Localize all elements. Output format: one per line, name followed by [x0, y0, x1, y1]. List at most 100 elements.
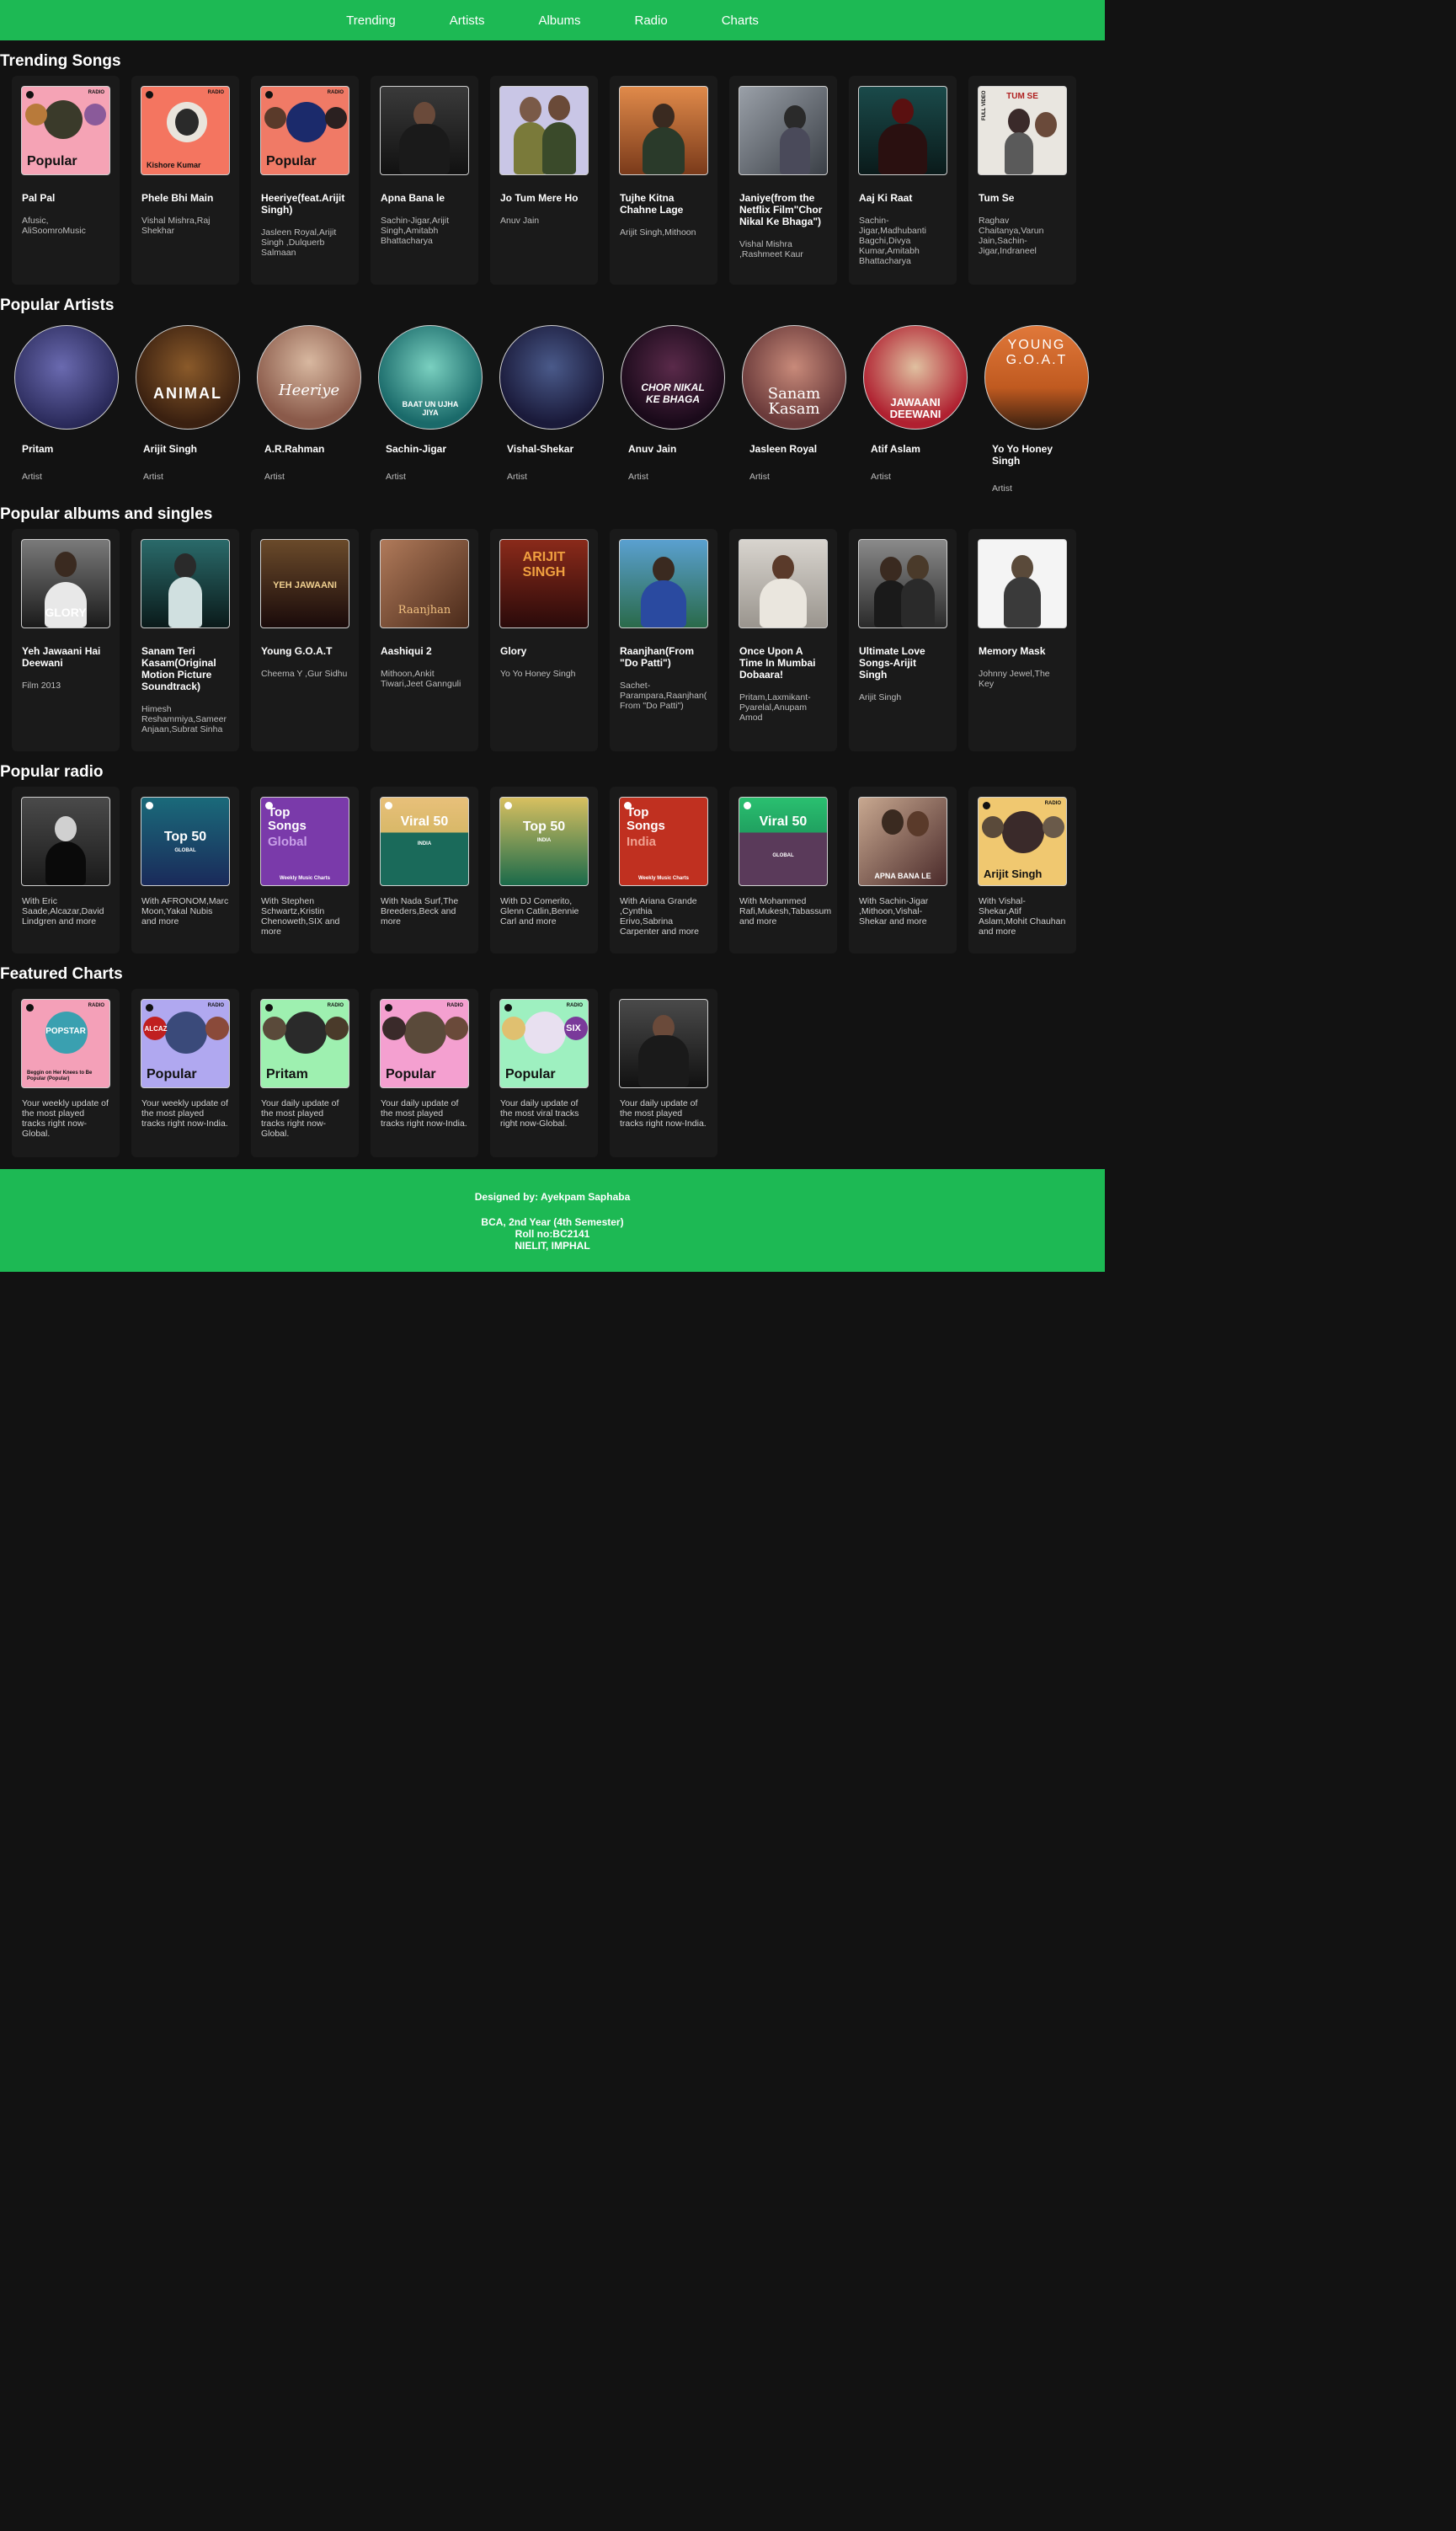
album-card[interactable]: Memory Mask Johnny Jewel,The Key: [968, 529, 1076, 751]
artist-card[interactable]: BAAT UN UJHA JIYA Sachin-Jigar Artist: [376, 320, 485, 494]
cover-radio-label: RADIO: [88, 1003, 104, 1008]
album-card[interactable]: GLORY Yeh Jawaani Hai Deewani Film 2013: [12, 529, 120, 751]
nav-trending[interactable]: Trending: [346, 13, 396, 28]
song-card[interactable]: Aaj Ki Raat Sachin-Jigar,Madhubanti Bagc…: [849, 76, 957, 285]
album-title: Raanjhan(From "Do Patti"): [620, 645, 695, 669]
radio-card[interactable]: Viral 50 INDIA With Nada Surf,The Breede…: [371, 787, 478, 953]
album-card[interactable]: Ultimate Love Songs-Arijit Singh Arijit …: [849, 529, 957, 751]
cover-art: [982, 816, 1004, 838]
artist-card[interactable]: Pritam Artist: [12, 320, 121, 494]
radio-cover-subtitle: GLOBAL: [772, 853, 794, 858]
song-artists: Jasleen Royal,Arijit Singh ,Dulquerb Sal…: [261, 227, 337, 258]
album-card[interactable]: Raanjhan Aashiqui 2 Mithoon,Ankit Tiwari…: [371, 529, 478, 751]
nav-charts[interactable]: Charts: [722, 13, 759, 28]
song-cover: RADIO Popular: [260, 86, 349, 175]
featured-charts-row: RADIO POPSTAR Beggin on Her Knees to Be …: [0, 989, 1105, 1157]
chart-cover-label: Popular: [386, 1067, 436, 1081]
song-card[interactable]: RADIO Popular Pal Pal Afusic, AliSoomroM…: [12, 76, 120, 285]
artist-card[interactable]: Sanam Kasam Jasleen Royal Artist: [739, 320, 849, 494]
radio-description: With Vishal-Shekar,Atif Aslam,Mohit Chau…: [979, 896, 1066, 937]
chart-cover-label: Popular: [147, 1067, 197, 1081]
song-card[interactable]: Jo Tum Mere Ho Anuv Jain: [490, 76, 598, 285]
chart-card[interactable]: Your daily update of the most played tra…: [610, 989, 717, 1157]
artist-card[interactable]: JAWAANI DEEWANI Atif Aslam Artist: [861, 320, 970, 494]
radio-cover-title: Top Songs: [627, 805, 665, 833]
cover-art: [1043, 816, 1064, 838]
album-card[interactable]: Raanjhan(From "Do Patti") Sachet-Parampa…: [610, 529, 717, 751]
cover-art: [502, 1017, 525, 1040]
song-title: Phele Bhi Main: [141, 192, 214, 204]
artist-avatar: BAAT UN UJHA JIYA: [378, 325, 483, 430]
album-card[interactable]: ARIJIT SINGH Glory Yo Yo Honey Singh: [490, 529, 598, 751]
radio-card[interactable]: Top Songs India Weekly Music Charts With…: [610, 787, 717, 953]
cover-art: [264, 107, 286, 129]
album-title: Once Upon A Time In Mumbai Dobaara!: [739, 645, 816, 681]
nav-albums[interactable]: Albums: [538, 13, 580, 28]
radio-card[interactable]: APNA BANA LE With Sachin-Jigar ,Mithoon,…: [849, 787, 957, 953]
song-card[interactable]: RADIO Popular Heeriye(feat.Arijit Singh)…: [251, 76, 359, 285]
nav-artists[interactable]: Artists: [450, 13, 485, 28]
chart-cover: RADIO ALCAZ Popular: [141, 999, 230, 1088]
radio-cover: Top 50 GLOBAL: [141, 797, 230, 886]
artist-card[interactable]: Heeriye A.R.Rahman Artist: [254, 320, 364, 494]
radio-card[interactable]: With Eric Saade,Alcazar,David Lindgren a…: [12, 787, 120, 953]
song-cover: [858, 86, 947, 175]
radio-description: With Eric Saade,Alcazar,David Lindgren a…: [22, 896, 104, 926]
cover-art-text: YEH JAWAANI: [273, 580, 337, 590]
radio-cover: RADIO Arijit Singh: [978, 797, 1067, 886]
artist-role: Artist: [22, 472, 42, 482]
album-artists: Film 2013: [22, 681, 61, 691]
cover-art: [45, 582, 87, 627]
cover-radio-label: RADIO: [207, 90, 224, 95]
cover-art: [653, 557, 675, 582]
album-title: Ultimate Love Songs-Arijit Singh: [859, 645, 925, 681]
album-card[interactable]: Once Upon A Time In Mumbai Dobaara! Prit…: [729, 529, 837, 751]
cover-art: [44, 100, 83, 139]
artist-card[interactable]: YOUNG G.O.A.T Yo Yo Honey Singh Artist: [982, 320, 1091, 494]
cover-art: [880, 557, 902, 582]
song-title: Janiye(from the Netflix Film"Chor Nikal …: [739, 192, 823, 227]
chart-card[interactable]: RADIO POPSTAR Beggin on Her Knees to Be …: [12, 989, 120, 1157]
chart-card[interactable]: RADIO SIX Popular Your daily update of t…: [490, 989, 598, 1157]
album-card[interactable]: Sanam Teri Kasam(Original Motion Picture…: [131, 529, 239, 751]
artist-card[interactable]: CHOR NIKAL KE BHAGA Anuv Jain Artist: [618, 320, 728, 494]
cover-art: [263, 1017, 286, 1040]
popular-artists-row: Pritam Artist ANIMAL Arijit Singh Artist…: [0, 320, 1105, 494]
radio-description: With Mohammed Rafi,Mukesh,Tabassum and m…: [739, 896, 832, 926]
song-title: Pal Pal: [22, 192, 56, 204]
artist-role: Artist: [749, 472, 770, 482]
album-card[interactable]: YEH JAWAANI Young G.O.A.T Cheema Y ,Gur …: [251, 529, 359, 751]
song-card[interactable]: Apna Bana le Sachin-Jigar,Arijit Singh,A…: [371, 76, 478, 285]
cover-radio-label: RADIO: [327, 1003, 344, 1008]
radio-cover-subtitle: INDIA: [417, 841, 432, 846]
song-card[interactable]: RADIO Kishore Kumar Phele Bhi Main Visha…: [131, 76, 239, 285]
chart-card[interactable]: RADIO Popular Your daily update of the m…: [371, 989, 478, 1157]
artist-card[interactable]: ANIMAL Arijit Singh Artist: [133, 320, 243, 494]
song-card[interactable]: Tujhe Kitna Chahne Lage Arijit Singh,Mit…: [610, 76, 717, 285]
radio-card[interactable]: Viral 50 GLOBAL With Mohammed Rafi,Mukes…: [729, 787, 837, 953]
nav-radio[interactable]: Radio: [634, 13, 667, 28]
artist-card[interactable]: Vishal-Shekar Artist: [497, 320, 606, 494]
cover-art-text: GLORY: [45, 606, 87, 619]
radio-card[interactable]: Top 50 GLOBAL With AFRONOM,Marc Moon,Yak…: [131, 787, 239, 953]
page: Trending Artists Albums Radio Charts Tre…: [0, 0, 1105, 1272]
chart-description: Your daily update of the most played tra…: [381, 1098, 467, 1129]
radio-card[interactable]: Top 50 INDIA With DJ Comerito, Glenn Cat…: [490, 787, 598, 953]
radio-card[interactable]: Top Songs Global Weekly Music Charts Wit…: [251, 787, 359, 953]
song-card[interactable]: FULL VIDEO TUM SE Tum Se Raghav Chaitany…: [968, 76, 1076, 285]
popular-albums-row: GLORY Yeh Jawaani Hai Deewani Film 2013 …: [0, 529, 1105, 751]
section-title-trending: Trending Songs: [0, 52, 121, 70]
radio-card[interactable]: RADIO Arijit Singh With Vishal-Shekar,At…: [968, 787, 1076, 953]
cover-art: [892, 99, 914, 124]
cover-art-text: Sanam Kasam: [767, 385, 821, 418]
radio-cover-footer: Weekly Music Charts: [280, 876, 330, 881]
artist-avatar: [14, 325, 119, 430]
cover-art-text: ANIMAL: [153, 385, 222, 402]
chart-card[interactable]: RADIO ALCAZ Popular Your weekly update o…: [131, 989, 239, 1157]
radio-cover-title: APNA BANA LE: [874, 872, 931, 880]
cover-art: [1004, 577, 1041, 627]
song-card[interactable]: Janiye(from the Netflix Film"Chor Nikal …: [729, 76, 837, 285]
cover-art: [653, 104, 675, 129]
chart-card[interactable]: RADIO Pritam Your daily update of the mo…: [251, 989, 359, 1157]
artist-name: Atif Aslam: [871, 443, 920, 455]
